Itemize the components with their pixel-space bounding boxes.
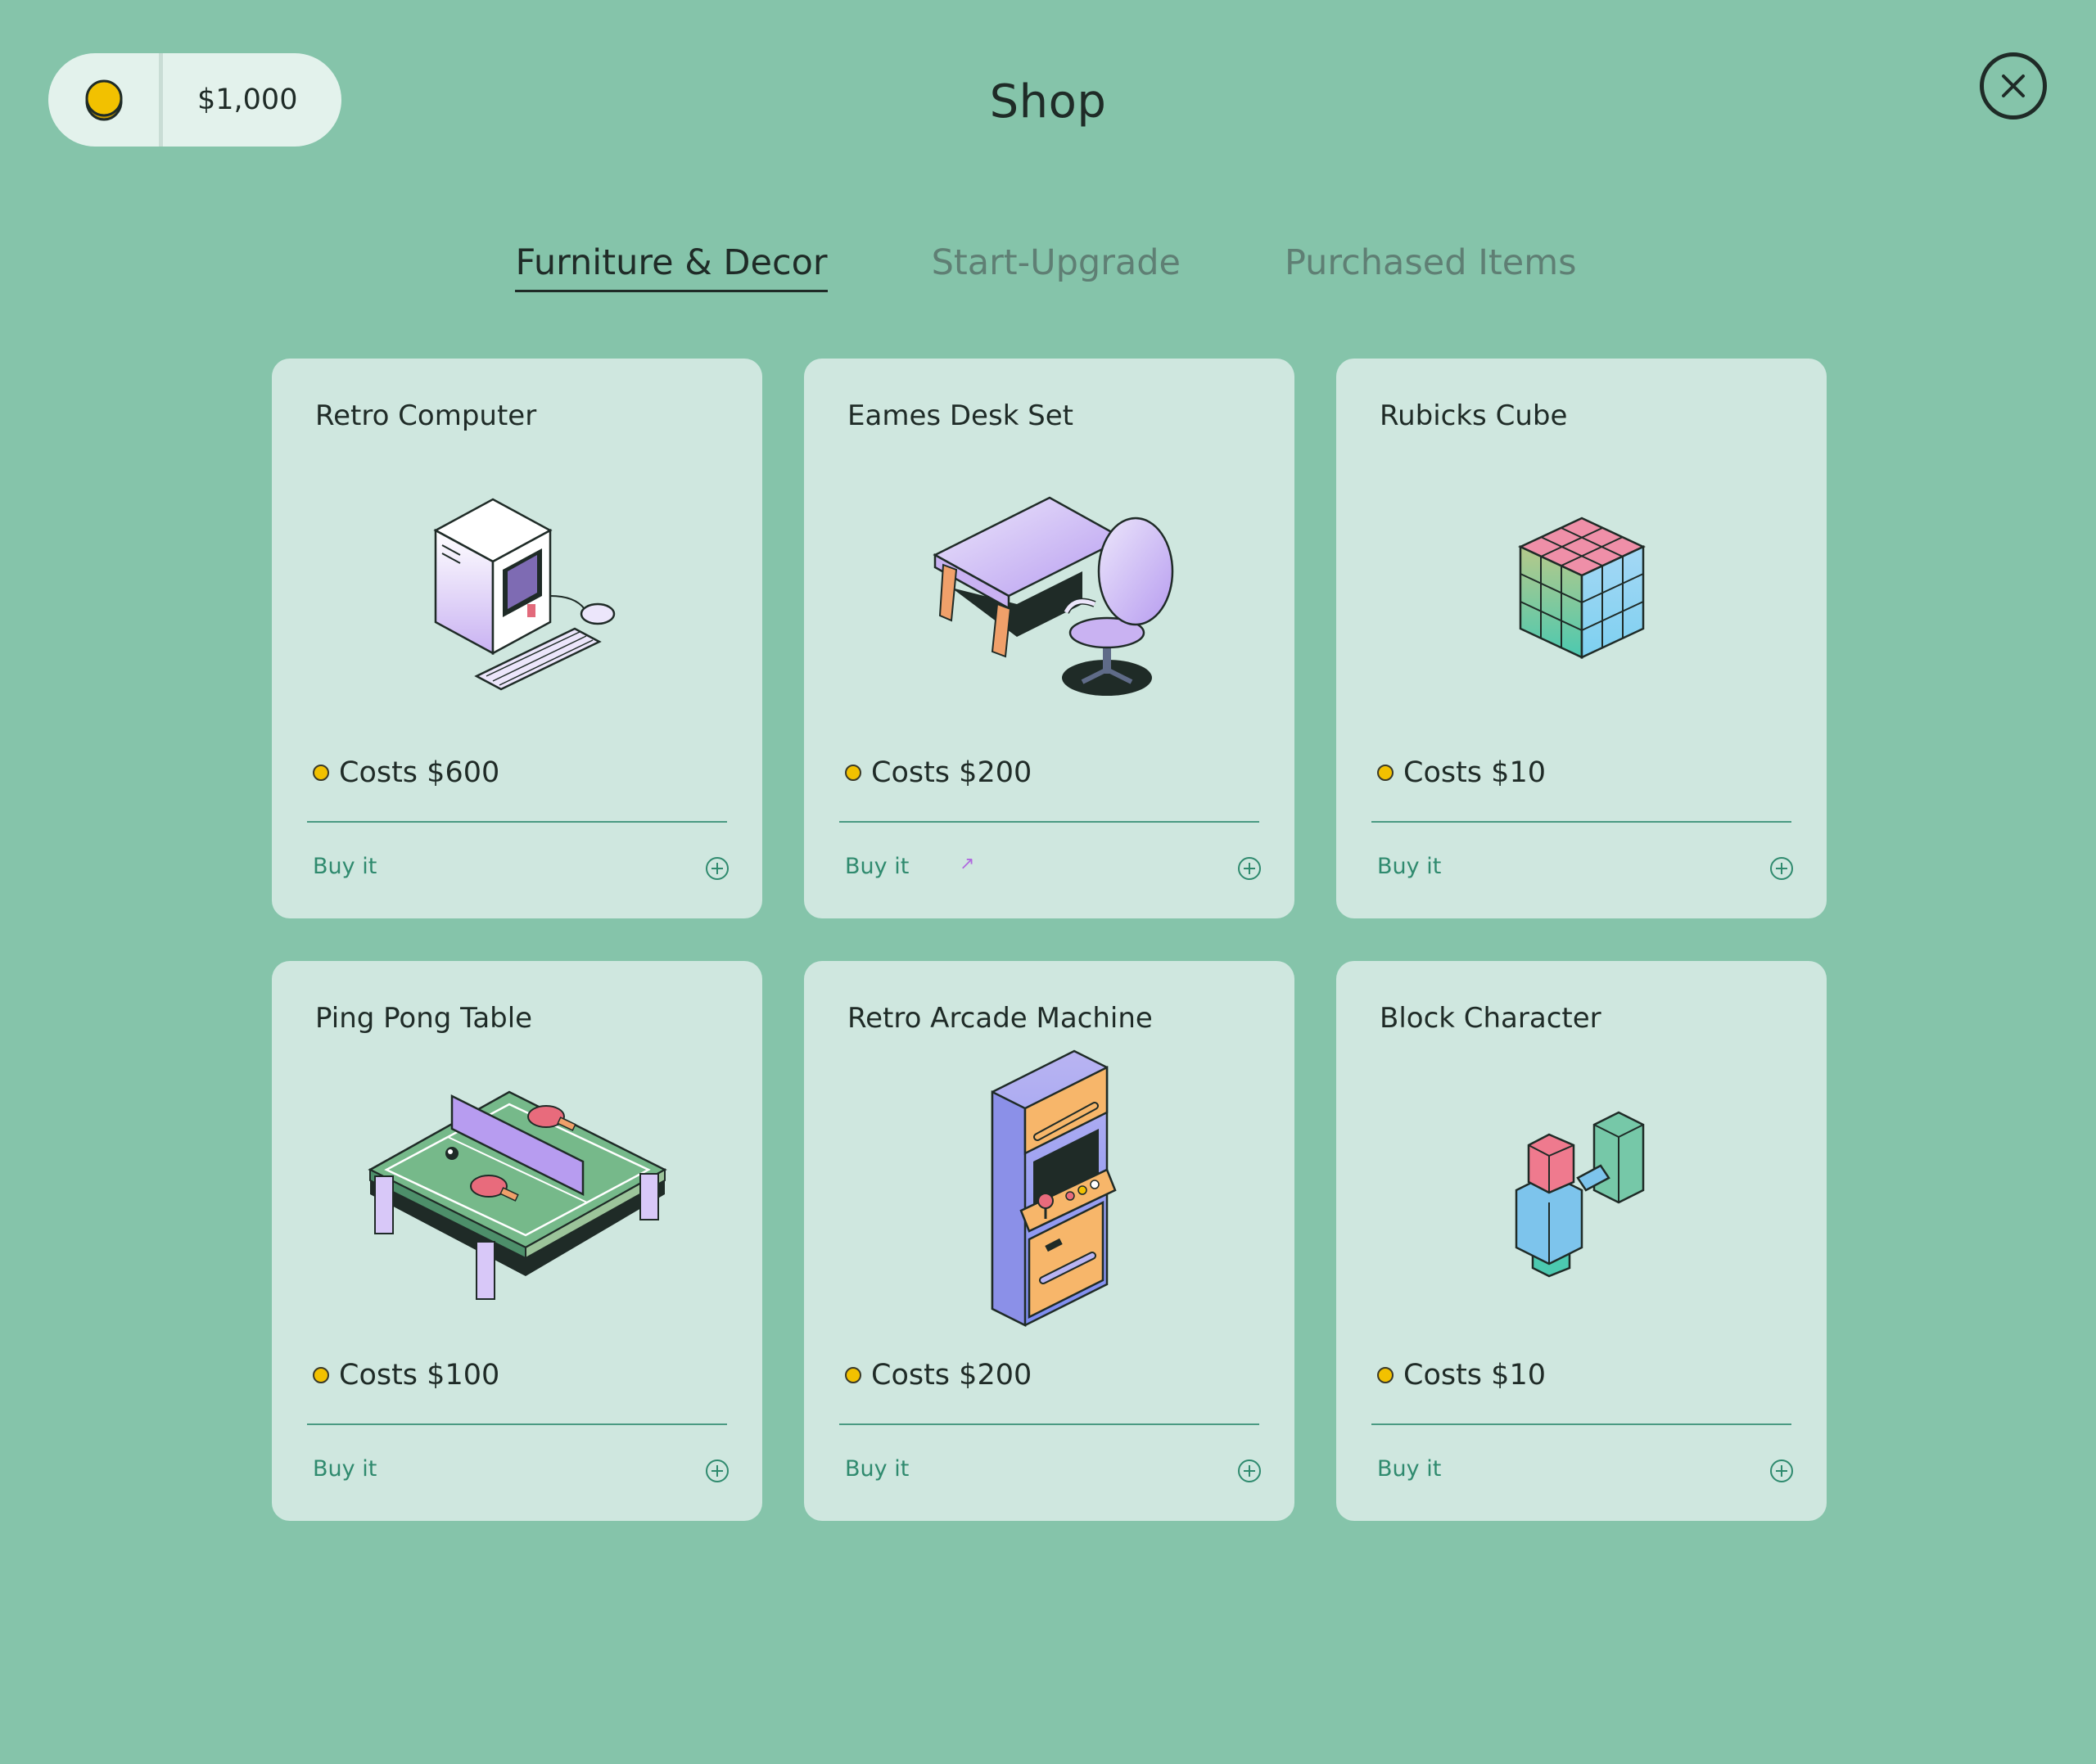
item-card-retro-computer: Retro Computer Costs $600 Buy it <box>272 359 762 918</box>
coin-icon <box>845 1367 861 1383</box>
price-label: Costs $200 <box>871 1359 1032 1392</box>
buy-button[interactable]: Buy it <box>1377 854 1441 879</box>
item-name: Eames Desk Set <box>847 399 1074 432</box>
rubiks-cube-illustration <box>1336 465 1827 711</box>
price-label: Costs $200 <box>871 756 1032 789</box>
add-icon[interactable] <box>1769 1459 1794 1483</box>
retro-computer-illustration <box>272 465 762 711</box>
item-price: Costs $10 <box>1377 1359 1546 1392</box>
cursor-arrow-icon: ↗ <box>960 854 975 874</box>
divider <box>307 1423 727 1425</box>
item-name: Retro Computer <box>315 399 537 432</box>
divider <box>839 821 1259 823</box>
coin-icon <box>1377 765 1394 781</box>
desk-set-illustration <box>804 465 1294 711</box>
item-card-ping-pong-table: Ping Pong Table Costs $100 Buy it <box>272 961 762 1521</box>
item-name: Retro Arcade Machine <box>847 1002 1153 1035</box>
coin-icon <box>1377 1367 1394 1383</box>
item-name: Rubicks Cube <box>1380 399 1568 432</box>
item-price: Costs $200 <box>845 1359 1032 1392</box>
add-icon[interactable] <box>705 1459 730 1483</box>
item-price: Costs $10 <box>1377 756 1546 789</box>
tab-furniture-decor[interactable]: Furniture & Decor <box>515 242 828 292</box>
buy-button[interactable]: Buy it <box>845 854 909 879</box>
tab-start-upgrade[interactable]: Start-Upgrade <box>932 242 1181 292</box>
item-price: Costs $600 <box>313 756 499 789</box>
divider <box>1371 1423 1791 1425</box>
divider <box>839 1423 1259 1425</box>
item-card-eames-desk-set: Eames Desk Set Costs $200 Buy it ↗ <box>804 359 1294 918</box>
add-icon[interactable] <box>1769 856 1794 881</box>
coin-icon <box>845 765 861 781</box>
buy-button[interactable]: Buy it <box>313 854 377 879</box>
divider <box>307 821 727 823</box>
add-icon[interactable] <box>1237 1459 1262 1483</box>
price-label: Costs $100 <box>339 1359 500 1392</box>
price-label: Costs $600 <box>339 756 500 789</box>
buy-button[interactable]: Buy it <box>845 1456 909 1482</box>
divider <box>1371 821 1791 823</box>
tab-bar: Furniture & Decor Start-Upgrade Purchase… <box>0 242 2096 292</box>
item-price: Costs $200 <box>845 756 1032 789</box>
add-icon[interactable] <box>705 856 730 881</box>
item-card-rubicks-cube: Rubicks Cube Costs $10 Buy it <box>1336 359 1827 918</box>
block-character-illustration <box>1336 1067 1827 1313</box>
close-button[interactable] <box>1980 52 2047 120</box>
item-name: Ping Pong Table <box>315 1002 533 1035</box>
coin-icon <box>313 1367 329 1383</box>
item-name: Block Character <box>1380 1002 1601 1035</box>
buy-button[interactable]: Buy it <box>1377 1456 1441 1482</box>
item-grid: Retro Computer Costs $600 Buy it Eames D… <box>272 359 1827 1521</box>
ping-pong-table-illustration <box>272 1067 762 1313</box>
price-label: Costs $10 <box>1403 1359 1546 1392</box>
buy-button[interactable]: Buy it <box>313 1456 377 1482</box>
tab-purchased-items[interactable]: Purchased Items <box>1285 242 1577 292</box>
item-card-retro-arcade-machine: Retro Arcade Machine Costs $200 Buy it <box>804 961 1294 1521</box>
price-label: Costs $10 <box>1403 756 1546 789</box>
coin-icon <box>313 765 329 781</box>
close-icon <box>2002 74 2025 97</box>
item-card-block-character: Block Character Costs $10 Buy it <box>1336 961 1827 1521</box>
page-title: Shop <box>989 75 1107 129</box>
arcade-machine-illustration <box>804 1049 1294 1328</box>
add-icon[interactable] <box>1237 856 1262 881</box>
item-price: Costs $100 <box>313 1359 499 1392</box>
